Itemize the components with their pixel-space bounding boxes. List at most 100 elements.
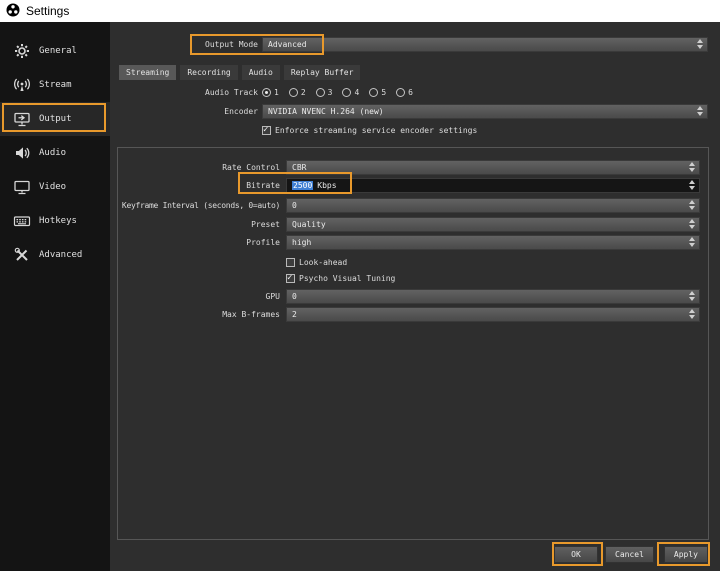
look-ahead-checkbox[interactable]: Look-ahead <box>286 257 348 267</box>
sidebar-item-label: Audio <box>39 148 67 158</box>
radio-icon <box>288 87 298 97</box>
sidebar-item-label: Advanced <box>39 250 83 260</box>
spinner-updown-icon[interactable] <box>685 180 695 190</box>
sidebar-item-label: General <box>39 46 77 56</box>
preset-select[interactable]: Quality <box>286 216 700 232</box>
profile-label: Profile <box>246 238 280 247</box>
audio-track-option-1[interactable]: 1 <box>262 87 279 97</box>
spinner-updown-icon[interactable] <box>685 291 695 301</box>
audio-track-option-6[interactable]: 6 <box>396 87 413 97</box>
tab-replay-buffer[interactable]: Replay Buffer <box>282 64 362 80</box>
audio-track-option-2[interactable]: 2 <box>288 87 306 97</box>
profile-select[interactable]: high <box>286 234 700 250</box>
psycho-visual-tuning-label: Psycho Visual Tuning <box>299 273 396 283</box>
keyframe-interval-value: 0 <box>292 200 297 210</box>
chevron-updown-icon <box>685 237 695 247</box>
sidebar-item-general[interactable]: General <box>0 34 110 68</box>
tab-audio[interactable]: Audio <box>240 64 281 80</box>
radio-icon <box>396 87 406 97</box>
look-ahead-label: Look-ahead <box>299 257 348 267</box>
bitrate-value: 2500 <box>292 180 314 190</box>
rate-control-select[interactable]: CBR <box>286 159 700 175</box>
monitor-icon <box>13 178 31 196</box>
sidebar-item-advanced[interactable]: Advanced <box>0 238 110 272</box>
profile-row: Profile high <box>118 234 708 250</box>
radio-icon <box>369 87 379 97</box>
sidebar: General Stream Output Audio Video Hotkey… <box>0 22 110 571</box>
audio-track-row: Audio Track 1 2 3 4 5 6 <box>110 84 720 100</box>
profile-value: high <box>292 237 312 247</box>
encoder-value: NVIDIA NVENC H.264 (new) <box>268 106 384 116</box>
output-mode-row: Output Mode Advanced <box>110 36 720 52</box>
checkbox-unchecked-icon <box>286 257 295 267</box>
titlebar: Settings <box>0 0 720 22</box>
output-settings-page: Output Mode Advanced Streaming Recording… <box>110 22 720 571</box>
audio-track-option-5[interactable]: 5 <box>369 87 386 97</box>
tab-streaming[interactable]: Streaming <box>118 64 178 80</box>
keyboard-icon <box>13 212 31 230</box>
spinner-updown-icon[interactable] <box>685 200 695 210</box>
audio-track-option-4[interactable]: 4 <box>342 87 359 97</box>
ok-button[interactable]: OK <box>554 546 598 563</box>
encoder-select[interactable]: NVIDIA NVENC H.264 (new) <box>262 103 708 119</box>
tools-icon <box>13 246 31 264</box>
max-b-frames-row: Max B-frames 2 <box>118 306 708 322</box>
sidebar-item-output[interactable]: Output <box>0 102 110 136</box>
enforce-settings-row: Enforce streaming service encoder settin… <box>262 122 720 138</box>
look-ahead-row: Look-ahead <box>118 254 708 270</box>
bitrate-label: Bitrate <box>246 181 280 190</box>
sidebar-item-video[interactable]: Video <box>0 170 110 204</box>
max-b-frames-input[interactable]: 2 <box>286 306 700 322</box>
gpu-value: 0 <box>292 291 297 301</box>
output-icon <box>13 110 31 128</box>
gpu-input[interactable]: 0 <box>286 288 700 304</box>
bitrate-unit: Kbps <box>317 180 337 190</box>
max-b-frames-label: Max B-frames <box>222 310 280 319</box>
output-mode-label: Output Mode <box>205 39 258 49</box>
sidebar-item-stream[interactable]: Stream <box>0 68 110 102</box>
spinner-updown-icon[interactable] <box>685 309 695 319</box>
checkbox-checked-icon <box>286 273 295 283</box>
gpu-label: GPU <box>265 292 280 301</box>
encoder-settings-group: Rate Control CBR Bitrate 2500 Kbps Keyfr… <box>117 147 709 540</box>
max-b-frames-value: 2 <box>292 309 297 319</box>
rate-control-value: CBR <box>292 162 307 172</box>
keyframe-interval-input[interactable]: 0 <box>286 197 700 213</box>
window-title: Settings <box>26 4 70 18</box>
gpu-row: GPU 0 <box>118 288 708 304</box>
obs-logo-icon <box>6 3 20 19</box>
bitrate-row: Bitrate 2500 Kbps <box>118 177 708 193</box>
settings-window: Settings General Stream Output Audio Vid… <box>0 0 720 571</box>
apply-button[interactable]: Apply <box>663 546 708 563</box>
sidebar-item-audio[interactable]: Audio <box>0 136 110 170</box>
output-mode-value: Advanced <box>268 39 307 49</box>
preset-label: Preset <box>251 220 280 229</box>
cancel-button[interactable]: Cancel <box>605 546 654 563</box>
audio-track-option-3[interactable]: 3 <box>315 87 332 97</box>
preset-value: Quality <box>292 219 326 229</box>
enforce-settings-checkbox[interactable]: Enforce streaming service encoder settin… <box>262 125 477 135</box>
chevron-updown-icon <box>693 106 703 116</box>
audio-track-radio-group: 1 2 3 4 5 6 <box>262 87 423 97</box>
preset-row: Preset Quality <box>118 216 708 232</box>
chevron-updown-icon <box>685 219 695 229</box>
radio-icon <box>315 87 325 97</box>
tab-recording[interactable]: Recording <box>179 64 239 80</box>
sidebar-item-label: Output <box>39 114 72 124</box>
output-mode-select[interactable]: Advanced <box>262 36 708 52</box>
bitrate-input[interactable]: 2500 Kbps <box>286 177 700 193</box>
antenna-icon <box>13 76 31 94</box>
chevron-updown-icon <box>693 39 703 49</box>
radio-icon <box>342 87 352 97</box>
dialog-footer: OK Cancel Apply <box>554 546 708 563</box>
sidebar-item-label: Video <box>39 182 67 192</box>
radio-icon <box>262 87 271 97</box>
output-tabs: Streaming Recording Audio Replay Buffer <box>118 64 362 80</box>
sidebar-item-hotkeys[interactable]: Hotkeys <box>0 204 110 238</box>
psycho-visual-tuning-checkbox[interactable]: Psycho Visual Tuning <box>286 273 396 283</box>
audio-track-label: Audio Track <box>205 87 258 97</box>
sidebar-item-label: Hotkeys <box>39 216 77 226</box>
speaker-icon <box>13 144 31 162</box>
rate-control-row: Rate Control CBR <box>118 159 708 175</box>
keyframe-interval-row: Keyframe Interval (seconds, 0=auto) 0 <box>118 197 708 213</box>
